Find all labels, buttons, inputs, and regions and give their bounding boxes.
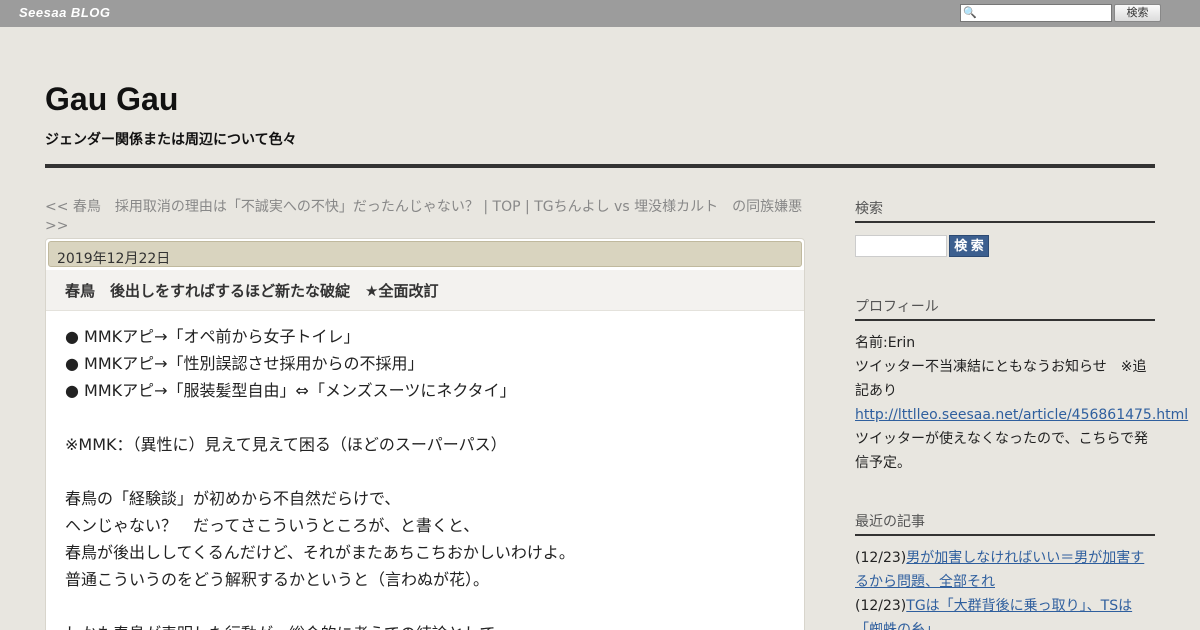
sidebar-search: 検 索: [855, 235, 1155, 259]
body-line: [65, 404, 785, 431]
seesaa-blog-logo[interactable]: Seesaa BLOG: [19, 5, 111, 20]
prev-article-link[interactable]: << 春鳥 採用取消の理由は「不誠実への不快」だったんじゃない？: [45, 199, 479, 215]
body-line: ● MMKアピ→「服装髪型自由」⇔「メンズスーツにネクタイ」: [65, 381, 516, 400]
blog-description: ジェンダー関係または周辺について色々: [45, 132, 297, 148]
pager-separator: |: [478, 199, 493, 215]
sidebar-search-button[interactable]: 検 索: [949, 235, 989, 257]
top-search-field[interactable]: 🔍: [960, 4, 1112, 22]
body-line: ヘンじゃない？ だってさこういうところが、と書くと、: [65, 516, 480, 535]
body-line: [65, 593, 785, 620]
top-link[interactable]: TOP: [493, 199, 521, 215]
sidebar: 検索 検 索 プロフィール 名前:Erin ツイッター不当凍結にともなうお知らせ…: [855, 198, 1188, 630]
profile-content: 名前:Erin ツイッター不当凍結にともなうお知らせ ※追記あり http://…: [855, 331, 1188, 475]
article-title-bar: 春鳥 後出しをすればするほど新たな破綻 ★全面改訂: [46, 270, 804, 311]
article-body: ● MMKアピ→「オペ前から女子トイレ」 ● MMKアピ→「性別誤認させ採用から…: [65, 323, 785, 630]
magnifier-icon: 🔍: [963, 6, 977, 19]
profile-name: 名前:Erin: [855, 335, 916, 351]
header-divider: [45, 164, 1155, 168]
body-line: [65, 458, 785, 485]
search-heading: 検索: [855, 198, 1155, 223]
article-date: 2019年12月22日: [57, 251, 171, 267]
list-item: (12/23)TGは「大群背後に乗っ取り」、TSは「蜘蛛の糸」: [855, 594, 1155, 630]
body-line: しかも春鳥が表明した行動が、総合的に考えての結論として: [65, 620, 785, 630]
body-line: 春鳥が後出ししてくるんだけど、それがまたあちこちおかしいわけよ。: [65, 543, 575, 562]
article-pager: << 春鳥 採用取消の理由は「不誠実への不快」だったんじゃない？ | TOP |…: [45, 198, 805, 236]
profile-notice: ツイッター不当凍結にともなうお知らせ ※追記あり: [855, 359, 1147, 399]
profile-heading: プロフィール: [855, 296, 1155, 321]
profile-section: プロフィール 名前:Erin ツイッター不当凍結にともなうお知らせ ※追記あり …: [855, 296, 1188, 475]
body-line: ● MMKアピ→「性別誤認させ採用からの不採用」: [65, 354, 424, 373]
top-search-input[interactable]: [977, 5, 1111, 21]
sidebar-search-input[interactable]: [855, 235, 947, 257]
article-title[interactable]: 春鳥 後出しをすればするほど新たな破綻 ★全面改訂: [65, 280, 438, 301]
top-search-button[interactable]: 検索: [1114, 4, 1161, 22]
body-line: 普通こういうのをどう解釈するかというと（言わぬが花）。: [65, 570, 490, 589]
recent-heading: 最近の記事: [855, 511, 1155, 536]
pager-separator: |: [520, 199, 535, 215]
list-item: (12/23)男が加害しなければいい＝男が加害するから問題、全部それ: [855, 546, 1155, 594]
profile-link[interactable]: http://lttlleo.seesaa.net/article/456861…: [855, 407, 1188, 423]
article: 2019年12月22日 春鳥 後出しをすればするほど新たな破綻 ★全面改訂 ● …: [45, 238, 805, 630]
recent-list: (12/23)男が加害しなければいい＝男が加害するから問題、全部それ (12/2…: [855, 546, 1155, 630]
body-line: ※MMK：（異性に）見えて見えて困る（ほどのスーパーパス）: [65, 435, 507, 454]
body-line: ● MMKアピ→「オペ前から女子トイレ」: [65, 327, 360, 346]
body-line: 春鳥の「経験談」が初めから不自然だらけで、: [65, 489, 401, 508]
recent-date: (12/23): [855, 598, 907, 614]
recent-date: (12/23): [855, 550, 907, 566]
article-date-bar: 2019年12月22日: [48, 241, 802, 267]
profile-note: ツイッターが使えなくなったので、こちらで発信予定。: [855, 431, 1149, 471]
top-bar: Seesaa BLOG 🔍 検索: [0, 0, 1200, 27]
blog-title[interactable]: Gau Gau: [45, 81, 178, 118]
recent-articles-section: 最近の記事 (12/23)男が加害しなければいい＝男が加害するから問題、全部それ…: [855, 511, 1155, 630]
